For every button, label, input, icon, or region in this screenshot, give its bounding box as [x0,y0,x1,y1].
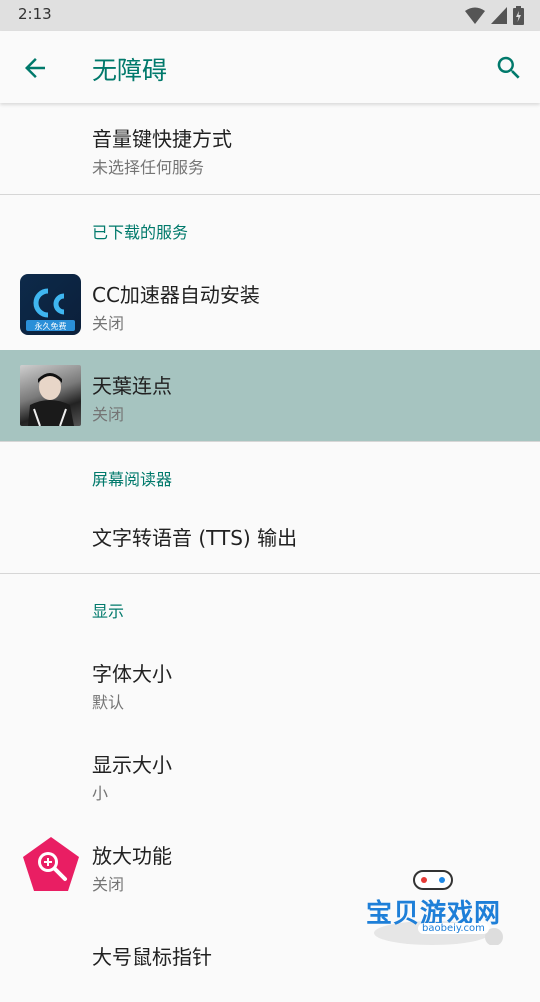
tts-output-item[interactable]: 文字转语音 (TTS) 输出 [0,506,540,573]
cc-logo-icon: 永久免费 [26,288,75,331]
item-summary: 未选择任何服务 [92,158,205,177]
item-title: 字体大小 [92,662,172,686]
signal-icon [491,6,507,24]
item-title: 文字转语音 (TTS) 输出 [92,526,298,550]
status-bar: 2:13 [0,0,540,31]
section-header-label: 已下载的服务 [92,223,189,242]
app-bar: 无障碍 [0,31,540,103]
item-title: 显示大小 [92,753,172,777]
watermark-url: baobeiy.com [418,923,489,934]
status-icons [465,6,524,25]
status-time: 2:13 [18,5,52,23]
battery-icon [513,6,524,25]
item-title: 音量键快捷方式 [92,127,232,151]
section-header-label: 屏幕阅读器 [92,470,173,489]
item-summary: 关闭 [92,314,125,333]
section-header-display: 显示 [0,574,540,638]
display-size-item[interactable]: 显示大小 小 [0,729,540,820]
volume-shortcut-item[interactable]: 音量键快捷方式 未选择任何服务 [0,103,540,194]
cc-icon-badge: 永久免费 [35,321,67,331]
font-size-item[interactable]: 字体大小 默认 [0,638,540,729]
item-summary: 默认 [92,693,125,712]
section-header-screen-reader: 屏幕阅读器 [0,442,540,506]
item-title: 放大功能 [92,844,172,868]
item-title: CC加速器自动安装 [92,283,260,307]
item-summary: 关闭 [92,405,125,424]
page-title: 无障碍 [92,56,168,85]
search-icon[interactable] [494,53,524,83]
section-header-downloaded: 已下载的服务 [0,195,540,259]
item-summary: 关闭 [92,875,125,894]
item-title: 天葉连点 [92,374,172,398]
cc-accelerator-item[interactable]: 永久免费 CC加速器自动安装 关闭 [0,259,540,350]
wifi-icon [465,7,485,24]
arrow-back-icon[interactable] [20,53,50,83]
avatar-photo [28,373,74,426]
section-header-label: 显示 [92,602,125,621]
item-summary: 小 [92,784,109,803]
tianye-clicker-item[interactable]: 天葉连点 关闭 [0,350,540,441]
watermark-logo: 宝贝游戏网 baobeiy.com [362,865,512,945]
cc-accelerator-app-icon: 永久免费 [20,274,81,335]
tianye-app-icon [20,365,81,426]
item-title: 大号鼠标指针 [92,945,212,969]
magnification-icon [23,837,79,891]
